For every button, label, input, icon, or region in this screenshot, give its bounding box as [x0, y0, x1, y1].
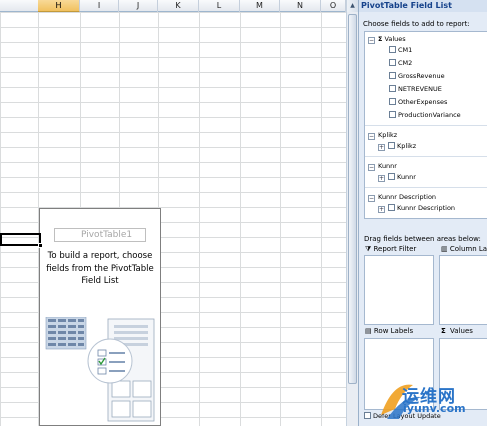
dimension-group-kunnr-description[interactable]: − Kunnr Description	[368, 193, 436, 202]
pivottable-field-list-pane: PivotTable Field List Choose fields to a…	[358, 0, 487, 426]
expand-icon[interactable]: +	[378, 144, 385, 151]
field-list-title: PivotTable Field List	[359, 0, 487, 12]
field-item-grossrevenue[interactable]: GrossRevenue	[389, 72, 445, 81]
field-list-box[interactable]: − Σ Values CM1 CM2 GrossRevenue NETREVENUE…	[364, 31, 487, 219]
group-label: Kplikz	[378, 131, 398, 139]
pivottable-name-label: PivotTable1	[54, 228, 146, 242]
pivottable-placeholder[interactable]: PivotTable1 To build a report, choose fi…	[39, 208, 161, 426]
checkbox-icon[interactable]	[388, 173, 395, 180]
field-label: Kunnr	[397, 173, 416, 181]
collapse-icon[interactable]: −	[368, 195, 375, 202]
scroll-up-icon[interactable]: ▲	[347, 0, 358, 12]
area-label: Row Labels	[373, 327, 414, 335]
checkbox-icon[interactable]	[389, 59, 396, 66]
checkbox-icon[interactable]	[388, 142, 395, 149]
field-item-cm1[interactable]: CM1	[389, 46, 412, 55]
checkbox-icon[interactable]	[364, 412, 371, 419]
checkbox-icon[interactable]	[388, 204, 395, 211]
group-label: Kunnr Description	[378, 193, 437, 201]
sigma-icon: Σ	[378, 35, 383, 43]
drag-fields-label: Drag fields between areas below:	[364, 235, 481, 243]
column-header-h[interactable]: H	[38, 0, 80, 12]
field-item-cm2[interactable]: CM2	[389, 59, 412, 68]
column-header-l[interactable]: L	[199, 0, 240, 12]
column-headers: H I J K L M N O	[0, 0, 346, 12]
dimension-group-kunnr[interactable]: − Kunnr	[368, 162, 397, 171]
report-filter-area[interactable]	[364, 255, 434, 325]
field-label: NETREVENUE	[398, 85, 442, 93]
expand-icon[interactable]: +	[378, 175, 385, 182]
collapse-icon[interactable]: −	[368, 164, 375, 171]
vertical-scrollbar[interactable]: ▲	[346, 0, 358, 426]
area-label: Values	[450, 327, 473, 335]
values-group-row[interactable]: − Σ Values	[368, 35, 406, 44]
dimension-group-kplikz[interactable]: − Kplikz	[368, 131, 397, 140]
field-item-netrevenue[interactable]: NETREVENUE	[389, 85, 442, 94]
collapse-icon[interactable]: −	[368, 133, 375, 140]
collapse-icon[interactable]: −	[368, 37, 375, 44]
checkbox-icon[interactable]	[389, 72, 396, 79]
rows-icon: ▤	[365, 327, 372, 335]
field-item-kplikz[interactable]: + Kplikz	[378, 142, 416, 151]
sigma-icon: Σ	[441, 327, 446, 335]
field-label: ProductionVariance	[398, 111, 461, 119]
pivottable-illustration-icon	[45, 317, 155, 422]
field-list-subtitle: Choose fields to add to report:	[363, 20, 470, 28]
row-labels-header: ▤ Row Labels	[365, 327, 413, 336]
pivottable-instructions: To build a report, choose fields from th…	[46, 251, 154, 286]
filter-icon: ⧩	[365, 245, 372, 253]
checkbox-icon[interactable]	[389, 111, 396, 118]
field-label: CM2	[398, 59, 413, 67]
worksheet[interactable]: H I J K L M N O PivotTable1 To build a r…	[0, 0, 346, 426]
field-label: Kunnr Description	[397, 204, 456, 212]
watermark-url: iyunv.com	[403, 402, 466, 415]
columns-icon: ▥	[441, 245, 448, 253]
scrollbar-thumb[interactable]	[348, 14, 357, 384]
field-item-kunnr[interactable]: + Kunnr	[378, 173, 416, 182]
report-filter-header: ⧩ Report Filter	[365, 245, 416, 254]
expand-icon[interactable]: +	[378, 206, 385, 213]
group-label: Kunnr	[378, 162, 397, 170]
column-header-m[interactable]: M	[240, 0, 280, 12]
field-item-productionvariance[interactable]: ProductionVariance	[389, 111, 461, 120]
field-item-otherexpenses[interactable]: OtherExpenses	[389, 98, 447, 107]
column-header-i[interactable]: I	[80, 0, 119, 12]
checkbox-icon[interactable]	[389, 98, 396, 105]
field-label: GrossRevenue	[398, 72, 445, 80]
area-label: Report Filter	[373, 245, 417, 253]
field-label: Kplikz	[397, 142, 417, 150]
column-labels-area[interactable]	[439, 255, 487, 325]
checkbox-icon[interactable]	[389, 46, 396, 53]
column-labels-header: ▥ Column La	[441, 245, 487, 254]
fill-handle[interactable]	[38, 243, 43, 248]
checkbox-icon[interactable]	[389, 85, 396, 92]
active-cell-selection[interactable]	[0, 233, 41, 246]
column-header-k[interactable]: K	[158, 0, 199, 12]
column-header-o[interactable]: O	[321, 0, 346, 12]
field-label: CM1	[398, 46, 413, 54]
field-label: OtherExpenses	[398, 98, 448, 106]
values-area-header: Σ Values	[441, 327, 473, 336]
column-header-n[interactable]: N	[280, 0, 321, 12]
values-group-label: Values	[384, 35, 406, 43]
field-item-kunnr-description[interactable]: + Kunnr Description	[378, 204, 455, 213]
column-header-j[interactable]: J	[119, 0, 158, 12]
area-label: Column La	[449, 245, 487, 253]
